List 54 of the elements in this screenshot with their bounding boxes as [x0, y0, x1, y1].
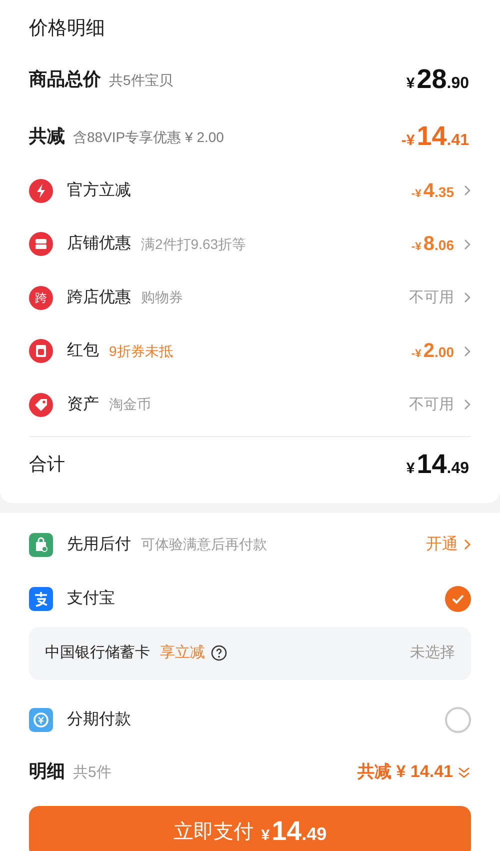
- radio-button[interactable]: [445, 586, 471, 612]
- status-text: 不可用: [409, 288, 454, 308]
- chevron-right-icon: [464, 292, 471, 304]
- row-label: 红包: [67, 341, 99, 362]
- payment-app-icon: [29, 586, 53, 610]
- row-label: 合计: [29, 453, 65, 476]
- row-label: 明细: [29, 760, 65, 783]
- payment-label: 分期付款: [67, 710, 131, 730]
- row-label: 商品总价: [29, 68, 101, 90]
- price-amount: ¥28.90: [406, 62, 470, 96]
- shop-icon: [29, 232, 53, 256]
- row-note: 含88VIP专享优惠 ¥ 2.00: [73, 128, 224, 146]
- price-amount: ¥14.49: [406, 448, 470, 482]
- chevron-right-icon: [464, 185, 471, 196]
- shopping-bag-icon: [29, 532, 53, 556]
- chevron-right-icon: [464, 346, 471, 357]
- discount-toggle[interactable]: 共减 ¥ 14.41: [358, 758, 471, 784]
- radio-button[interactable]: [445, 706, 471, 732]
- lightning-icon: [29, 178, 53, 203]
- row-note: 购物券: [141, 288, 183, 308]
- price-amount: -¥14.41: [401, 120, 470, 153]
- row-note: 共5件: [73, 763, 112, 783]
- discount-amount: -¥4.35: [411, 178, 454, 204]
- row-label: 资产: [67, 394, 99, 415]
- card-status[interactable]: 未选择: [410, 642, 455, 664]
- installment-icon: [29, 708, 53, 732]
- row-note: 9折券未抵: [109, 342, 173, 361]
- row-label: 店铺优惠: [67, 234, 131, 254]
- row-note: 淘金币: [109, 395, 151, 414]
- chevron-right-icon: [464, 399, 471, 410]
- envelope-icon: [29, 339, 53, 364]
- activate-link[interactable]: 开通: [426, 532, 471, 556]
- pay-button[interactable]: 立即支付 ¥14.49: [29, 806, 471, 851]
- chevron-right-icon: [464, 539, 471, 550]
- discount-amount: -¥2.00: [411, 339, 454, 364]
- tag-icon: [29, 392, 53, 417]
- row-note: 满2件打9.63折等: [141, 234, 246, 254]
- row-label: 官方立减: [67, 180, 131, 201]
- row-label: 先用后付: [67, 534, 131, 554]
- row-label: 共减: [29, 124, 65, 148]
- bank-card-name: 中国银行储蓄卡: [45, 642, 150, 663]
- row-note: 可体验满意后再付款: [141, 535, 267, 554]
- payment-label: 支付宝: [67, 588, 115, 608]
- help-icon[interactable]: [211, 645, 227, 661]
- row-label: 跨店优惠: [67, 288, 131, 308]
- status-text: 不可用: [409, 394, 454, 414]
- discount-amount: -¥8.06: [411, 232, 454, 258]
- check-icon: [452, 594, 464, 604]
- row-note: 共5件宝贝: [109, 70, 173, 90]
- promo-label: 享立减: [160, 642, 205, 663]
- section-title: 价格明细: [29, 17, 106, 41]
- cross-store-icon: 跨: [29, 286, 53, 310]
- chevron-right-icon: [464, 238, 471, 250]
- chevron-down-icon: [457, 764, 471, 778]
